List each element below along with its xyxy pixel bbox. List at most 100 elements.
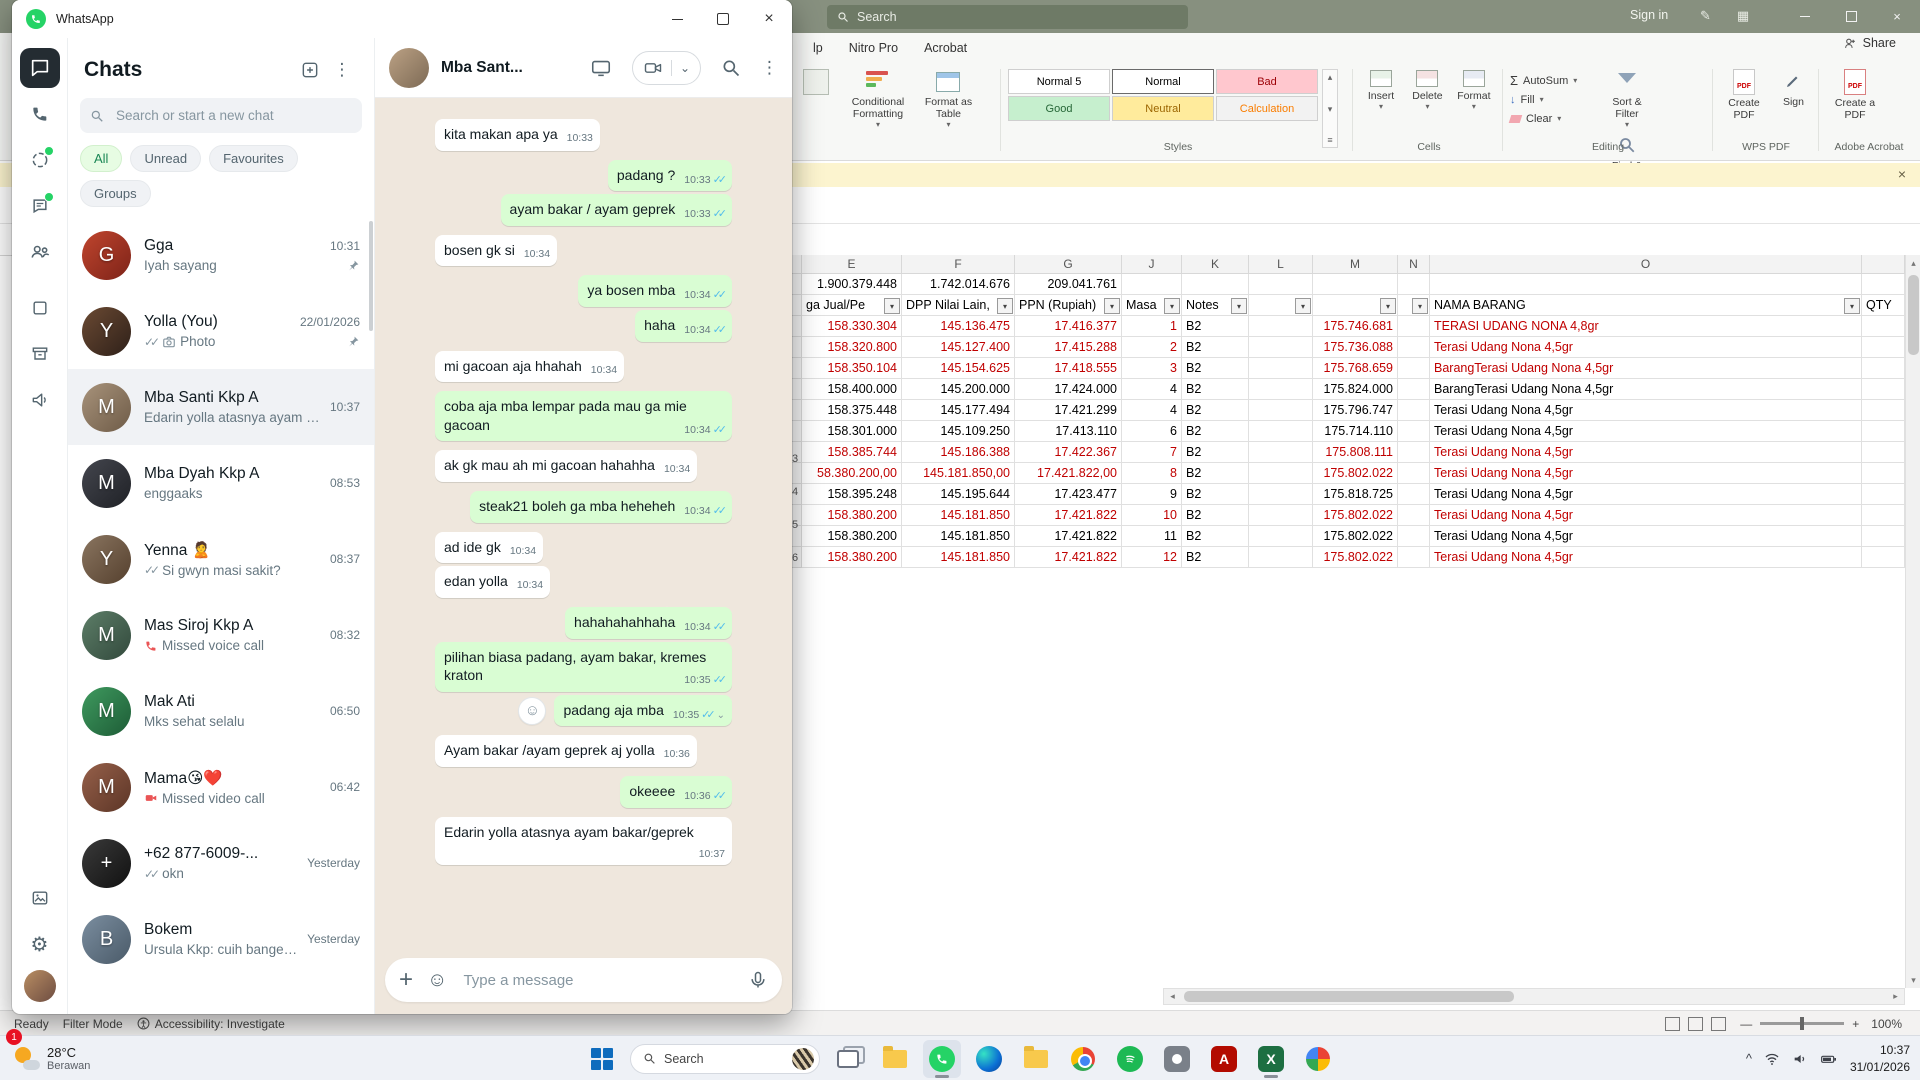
data-cell[interactable]: [1862, 526, 1905, 547]
style-chip-neutral[interactable]: Neutral: [1112, 96, 1214, 121]
profile-avatar[interactable]: [24, 970, 56, 1002]
column-header-O[interactable]: O: [1430, 255, 1862, 274]
data-cell[interactable]: 145.181.850: [902, 526, 1015, 547]
data-cell[interactable]: 175.802.022: [1313, 547, 1398, 568]
message-row[interactable]: edan yolla10:34: [435, 566, 732, 598]
filter-chip-all[interactable]: All: [80, 145, 122, 172]
data-cell[interactable]: B2: [1182, 442, 1249, 463]
data-cell[interactable]: 17.421.822: [1015, 505, 1122, 526]
data-cell[interactable]: 158.301.000: [802, 421, 902, 442]
fill-button[interactable]: ↓Fill▾: [1510, 90, 1577, 109]
data-cell[interactable]: 175.746.681: [1313, 316, 1398, 337]
filter-header-cell[interactable]: Notes▾: [1182, 295, 1249, 316]
create-pdf-button[interactable]: PDF Create PDF: [1718, 65, 1770, 121]
taskbar-app-excel[interactable]: X: [1252, 1040, 1290, 1078]
data-cell[interactable]: 145.186.388: [902, 442, 1015, 463]
data-cell[interactable]: [1249, 337, 1313, 358]
chat-list-item[interactable]: ++62 877-6009-...✓✓oknYesterday: [68, 825, 374, 901]
taskbar-app-start[interactable]: [583, 1040, 621, 1078]
filter-header-cell[interactable]: ▾: [1398, 295, 1430, 316]
data-cell[interactable]: 6: [1122, 421, 1182, 442]
conversation-header[interactable]: Mba Sant... ⌄ ⋮: [375, 38, 792, 98]
taskbar-app-acrobat[interactable]: A: [1205, 1040, 1243, 1078]
incoming-message-bubble[interactable]: ad ide gk10:34: [435, 532, 543, 564]
data-cell[interactable]: [1398, 316, 1430, 337]
totals-cell[interactable]: [1182, 274, 1249, 295]
conditional-formatting-button[interactable]: Conditional Formatting▾: [845, 65, 911, 129]
filter-dropdown-icon[interactable]: ▾: [1231, 298, 1247, 314]
filter-dropdown-icon[interactable]: ▾: [1412, 298, 1428, 314]
data-cell[interactable]: 175.802.022: [1313, 526, 1398, 547]
data-cell[interactable]: [1398, 400, 1430, 421]
column-header-G[interactable]: G: [1015, 255, 1122, 274]
data-cell[interactable]: B2: [1182, 337, 1249, 358]
data-cell[interactable]: 58.380.200,00: [802, 463, 902, 484]
data-cell[interactable]: 9: [1122, 484, 1182, 505]
filter-dropdown-icon[interactable]: ▾: [884, 298, 900, 314]
taskbar-app-chrome[interactable]: [1064, 1040, 1102, 1078]
filter-dropdown-icon[interactable]: ▾: [1380, 298, 1396, 314]
vscroll-thumb[interactable]: [1908, 275, 1919, 355]
notification-badge[interactable]: 1: [6, 1029, 22, 1045]
tray-overflow-icon[interactable]: ^: [1746, 1051, 1752, 1066]
data-cell[interactable]: [1398, 358, 1430, 379]
data-cell[interactable]: 17.418.555: [1015, 358, 1122, 379]
data-cell[interactable]: [1249, 442, 1313, 463]
data-cell[interactable]: [1249, 316, 1313, 337]
page-layout-view-icon[interactable]: [1688, 1017, 1703, 1031]
whatsapp-close-button[interactable]: ×: [746, 0, 792, 38]
data-cell[interactable]: Terasi Udang Nona 4,5gr: [1430, 547, 1862, 568]
filter-header-cell[interactable]: PPN (Rupiah)▾: [1015, 295, 1122, 316]
message-row[interactable]: padang ?10:33✓✓: [435, 160, 732, 192]
chat-list-item[interactable]: MMba Santi Kkp AEdarin yolla atasnya aya…: [68, 369, 374, 445]
data-cell[interactable]: [1862, 421, 1905, 442]
totals-cell[interactable]: 1.742.014.676: [902, 274, 1015, 295]
data-cell[interactable]: 158.380.200: [802, 526, 902, 547]
data-cell[interactable]: 1: [1122, 316, 1182, 337]
message-row[interactable]: pilihan biasa padang, ayam bakar, kremes…: [435, 642, 732, 692]
zoom-level[interactable]: 100%: [1871, 1017, 1902, 1031]
outgoing-message-bubble[interactable]: ayam bakar / ayam geprek10:33✓✓: [501, 194, 732, 226]
sort-filter-button[interactable]: Sort & Filter▾: [1602, 65, 1652, 129]
data-cell[interactable]: [1249, 400, 1313, 421]
filter-dropdown-icon[interactable]: ▾: [1844, 298, 1860, 314]
data-cell[interactable]: B2: [1182, 400, 1249, 421]
data-cell[interactable]: 145.154.625: [902, 358, 1015, 379]
data-cell[interactable]: [1249, 547, 1313, 568]
new-chat-icon[interactable]: [294, 54, 326, 86]
message-row[interactable]: Ayam bakar /ayam geprek aj yolla10:36: [435, 735, 732, 767]
data-cell[interactable]: [1862, 484, 1905, 505]
whatsapp-maximize-button[interactable]: [700, 0, 746, 38]
totals-cell[interactable]: 209.041.761: [1015, 274, 1122, 295]
react-button[interactable]: ☺: [518, 697, 546, 725]
data-cell[interactable]: B2: [1182, 526, 1249, 547]
filter-header-cell[interactable]: ▾: [1313, 295, 1398, 316]
column-header-J[interactable]: J: [1122, 255, 1182, 274]
column-header-N[interactable]: N: [1398, 255, 1430, 274]
message-row[interactable]: mi gacoan aja hhahah10:34: [435, 351, 732, 383]
data-cell[interactable]: [1398, 463, 1430, 484]
data-cell[interactable]: [1398, 547, 1430, 568]
data-cell[interactable]: 4: [1122, 379, 1182, 400]
normal-view-icon[interactable]: [1665, 1017, 1680, 1031]
filter-chip-favourites[interactable]: Favourites: [209, 145, 298, 172]
zoom-slider[interactable]: [1760, 1022, 1844, 1025]
chat-list-item[interactable]: MMama😘❤️Missed video call06:42: [68, 749, 374, 825]
status-nav-icon[interactable]: [20, 140, 60, 180]
style-chip-normal[interactable]: Normal: [1112, 69, 1214, 94]
data-cell[interactable]: [1862, 505, 1905, 526]
totals-cell[interactable]: [1862, 274, 1905, 295]
chat-list-item[interactable]: BBokemUrsula Kkp: cuih banget luYesterda…: [68, 901, 374, 977]
data-cell[interactable]: 11: [1122, 526, 1182, 547]
chat-list-item[interactable]: GGgaIyah sayang10:31: [68, 217, 374, 293]
volume-icon[interactable]: [1792, 1051, 1808, 1067]
data-cell[interactable]: B2: [1182, 358, 1249, 379]
data-cell[interactable]: [1398, 484, 1430, 505]
data-cell[interactable]: [1398, 442, 1430, 463]
filter-dropdown-icon[interactable]: ▾: [1104, 298, 1120, 314]
conversation-search-icon[interactable]: [721, 58, 741, 78]
data-cell[interactable]: 158.375.448: [802, 400, 902, 421]
data-cell[interactable]: Terasi Udang Nona 4,5gr: [1430, 421, 1862, 442]
share-button[interactable]: Share: [1844, 36, 1896, 50]
data-cell[interactable]: 175.808.111: [1313, 442, 1398, 463]
